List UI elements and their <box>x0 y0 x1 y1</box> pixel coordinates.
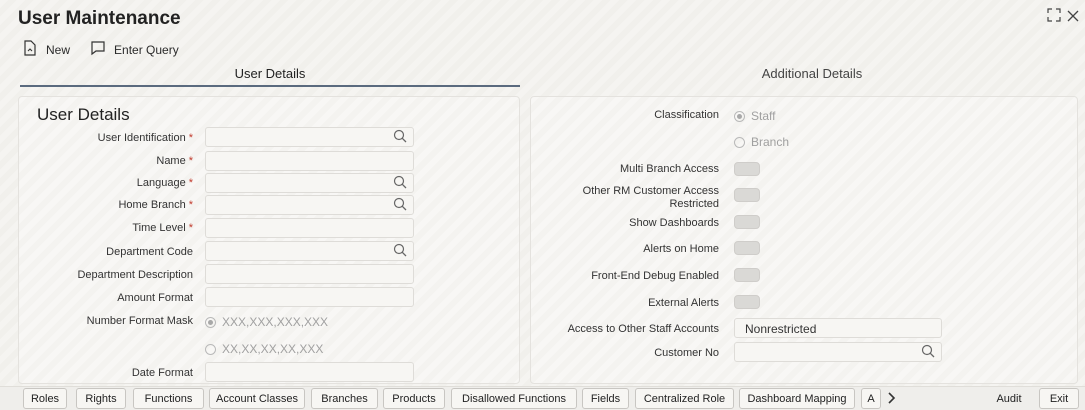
other-rm-customer-access-toggle[interactable] <box>734 188 760 202</box>
multi-branch-access-label: Multi Branch Access <box>619 163 719 175</box>
active-tab-indicator <box>20 85 520 87</box>
name-input[interactable] <box>205 151 414 171</box>
exit-button[interactable]: Exit <box>1039 388 1079 409</box>
new-button-label: New <box>46 42 71 57</box>
department-description-input[interactable] <box>205 264 414 284</box>
access-to-other-staff-accounts-label: Access to Other Staff Accounts <box>567 323 719 335</box>
show-dashboards-toggle[interactable] <box>734 215 760 229</box>
home-branch-input[interactable] <box>205 195 414 215</box>
bottom-tab-truncated[interactable]: A <box>861 388 881 409</box>
new-button[interactable]: New <box>22 40 70 59</box>
additional-settings-panel: Classification Staff Branch Multi Branch… <box>530 96 1078 384</box>
page-title: User Maintenance <box>18 8 181 29</box>
name-label: Name * <box>156 155 193 167</box>
bottom-tab-rights[interactable]: Rights <box>76 388 126 409</box>
classification-label: Classification <box>654 109 719 121</box>
multi-branch-access-toggle[interactable] <box>734 162 760 176</box>
close-icon[interactable] <box>1067 9 1079 26</box>
date-format-input[interactable] <box>205 362 414 382</box>
search-icon[interactable] <box>393 197 407 216</box>
user-details-panel: User Details User Identification * Name * … <box>18 96 520 384</box>
department-code-input[interactable] <box>205 241 414 261</box>
audit-button[interactable]: Audit <box>985 388 1033 409</box>
bottom-tab-roles[interactable]: Roles <box>23 388 67 409</box>
other-rm-customer-access-label: Other RM Customer Access Restricted <box>582 185 719 210</box>
number-format-option-2[interactable]: XX,XX,XX,XX,XXX <box>205 342 323 356</box>
bottom-tab-centralized-role[interactable]: Centralized Role <box>635 388 734 409</box>
amount-format-label: Amount Format <box>117 292 193 304</box>
department-description-label: Department Description <box>77 269 193 281</box>
toolbar: New Enter Query <box>22 40 179 59</box>
radio-selected-icon <box>734 110 745 122</box>
search-icon[interactable] <box>393 175 407 194</box>
tab-bar: User Details Additional Details <box>20 58 1083 88</box>
alerts-on-home-label: Alerts on Home <box>643 243 719 255</box>
time-level-label: Time Level * <box>132 222 193 234</box>
home-branch-label: Home Branch * <box>118 199 193 211</box>
search-icon[interactable] <box>393 243 407 262</box>
search-icon[interactable] <box>921 344 935 363</box>
radio-unselected-icon <box>205 343 216 355</box>
show-dashboards-label: Show Dashboards <box>629 217 719 229</box>
bottom-tab-disallowed-functions[interactable]: Disallowed Functions <box>451 388 577 409</box>
tab-user-details[interactable]: User Details <box>20 58 520 88</box>
radio-selected-icon <box>205 316 216 328</box>
number-format-option-1[interactable]: XXX,XXX,XXX,XXX <box>205 315 328 329</box>
front-end-debug-toggle[interactable] <box>734 268 760 282</box>
radio-unselected-icon <box>734 136 745 148</box>
date-format-label: Date Format <box>131 367 193 379</box>
new-document-icon <box>22 40 38 59</box>
bottom-tab-account-classes[interactable]: Account Classes <box>209 388 305 409</box>
tab-additional-details[interactable]: Additional Details <box>532 58 1085 88</box>
user-identification-label: User Identification * <box>97 132 193 144</box>
bottom-tab-dashboard-mapping[interactable]: Dashboard Mapping <box>739 388 855 409</box>
enter-query-label: Enter Query <box>114 42 179 57</box>
chevron-right-icon[interactable] <box>885 391 897 410</box>
classification-option-branch[interactable]: Branch <box>734 135 789 149</box>
user-identification-input[interactable] <box>205 127 414 147</box>
access-to-other-staff-accounts-field[interactable]: Nonrestricted <box>734 318 942 338</box>
department-code-label: Department Code <box>106 246 193 258</box>
number-format-mask-label: Number Format Mask <box>86 315 193 327</box>
external-alerts-toggle[interactable] <box>734 295 760 309</box>
language-input[interactable] <box>205 173 414 193</box>
external-alerts-label: External Alerts <box>648 297 719 309</box>
classification-option-staff[interactable]: Staff <box>734 109 775 123</box>
alerts-on-home-toggle[interactable] <box>734 241 760 255</box>
time-level-input[interactable] <box>205 218 414 238</box>
bottom-tab-functions[interactable]: Functions <box>133 388 204 409</box>
bottom-tab-products[interactable]: Products <box>383 388 445 409</box>
enter-query-button[interactable]: Enter Query <box>90 40 179 59</box>
amount-format-input[interactable] <box>205 287 414 307</box>
bottom-tab-fields[interactable]: Fields <box>582 388 629 409</box>
customer-no-label: Customer No <box>654 347 719 359</box>
section-title: User Details <box>37 105 130 124</box>
maximize-icon[interactable] <box>1047 8 1061 26</box>
message-icon <box>90 40 106 59</box>
customer-no-input[interactable] <box>734 342 942 362</box>
user-maintenance-window: User Maintenance New Enter Query User De… <box>0 0 1085 410</box>
search-icon[interactable] <box>393 129 407 148</box>
bottom-tab-branches[interactable]: Branches <box>311 388 378 409</box>
front-end-debug-label: Front-End Debug Enabled <box>591 270 719 282</box>
language-label: Language * <box>136 177 193 189</box>
window-controls <box>1047 8 1079 26</box>
